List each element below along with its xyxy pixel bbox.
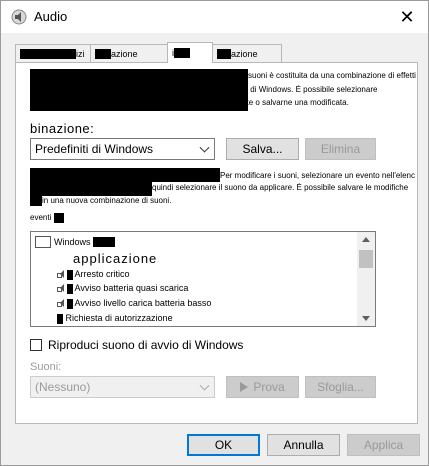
save-scheme-label: Salva...: [242, 142, 283, 156]
redacted-block: [53, 213, 64, 223]
redacted-block: [174, 48, 190, 58]
scheme-label: binazione:: [30, 121, 95, 136]
events-group-title: applicazione: [73, 251, 158, 266]
list-item[interactable]: Arresto critico: [57, 269, 130, 280]
ok-label: OK: [214, 438, 233, 452]
chevron-down-icon: [199, 142, 210, 153]
events-list[interactable]: Windows applicazione Arresto critico Avv…: [30, 231, 376, 327]
sound-select[interactable]: (Nessuno): [30, 376, 215, 398]
events-label: eventi: [30, 213, 64, 223]
list-item[interactable]: Avviso batteria quasi scarica: [57, 283, 188, 294]
tab-strip: izi azione i azione: [15, 42, 282, 63]
tab-sounds[interactable]: i: [167, 42, 213, 63]
redacted-block: [57, 313, 63, 324]
windows-icon: [35, 236, 51, 248]
list-item[interactable]: Richiesta di autorizzazione: [57, 313, 173, 324]
redacted-block: [217, 48, 231, 59]
close-icon: ✕: [399, 6, 415, 27]
redacted-block: [66, 283, 73, 294]
speaker-icon: [57, 299, 64, 308]
play-icon: [240, 382, 249, 392]
list-item-label: Avviso batteria quasi scarica: [74, 283, 189, 293]
scheme-select-value: Predefiniti di Windows: [35, 142, 154, 156]
tab-recording[interactable]: azione: [90, 44, 168, 62]
list-item-label: Richiesta di autorizzazione: [65, 313, 173, 323]
description-line-1: suoni è costituita da una combinazione d…: [248, 71, 416, 80]
scroll-down-icon[interactable]: [362, 316, 370, 321]
scroll-thumb[interactable]: [359, 250, 373, 268]
startup-sound-label: Riproduci suono di avvio di Windows: [48, 338, 244, 352]
tab-communications-label: azione: [231, 48, 258, 59]
redacted-block: [30, 194, 42, 206]
save-scheme-button[interactable]: Salva...: [226, 138, 299, 160]
title-bar: Audio ✕: [1, 1, 428, 33]
close-button[interactable]: ✕: [386, 1, 428, 33]
instructions-line-1: Per modificare i suoni, selezionare un e…: [220, 171, 415, 180]
sounds-panel: suoni è costituita da una combinazione d…: [15, 62, 418, 424]
tab-recording-label: azione: [111, 48, 138, 59]
redacted-block: [20, 48, 76, 59]
test-sound-label: Prova: [253, 380, 285, 394]
redacted-block: [66, 269, 73, 280]
description-line-3: una combinazione esistente o salvarne un…: [154, 98, 349, 107]
speaker-icon: [57, 284, 64, 293]
audio-dialog: Audio ✕ izi azione i azione suoni è cost…: [0, 0, 429, 466]
cancel-button[interactable]: Annulla: [267, 434, 340, 456]
delete-scheme-button[interactable]: Elimina: [305, 138, 376, 160]
redacted-block: [30, 168, 220, 182]
list-item-root-label: Windows: [54, 237, 91, 247]
list-item-label: Avviso livello carica batteria basso: [74, 298, 212, 308]
description-line-2: ad eventi di programmi e di Windows. È p…: [160, 85, 378, 94]
list-item-root[interactable]: Windows: [35, 236, 115, 248]
browse-sound-button[interactable]: Sfoglia...: [305, 376, 376, 398]
redacted-block: [66, 298, 73, 309]
window-title: Audio: [34, 9, 68, 24]
delete-scheme-label: Elimina: [320, 142, 361, 156]
sounds-label: Suoni:: [30, 361, 62, 373]
redacted-block: [92, 237, 115, 247]
test-sound-button[interactable]: Prova: [226, 376, 299, 398]
ok-button[interactable]: OK: [187, 434, 260, 456]
instructions-line-3: in una nuova combinazione di suoni.: [42, 196, 172, 205]
scheme-select[interactable]: Predefiniti di Windows: [30, 138, 215, 160]
startup-sound-checkbox[interactable]: [30, 339, 42, 351]
tab-playback[interactable]: izi: [15, 44, 91, 62]
browse-sound-label: Sfoglia...: [317, 380, 364, 394]
list-item-label: Arresto critico: [74, 269, 130, 279]
events-scrollbar[interactable]: [357, 232, 375, 326]
sound-select-value: (Nessuno): [35, 380, 91, 394]
chevron-down-icon: [199, 380, 210, 391]
speaker-app-icon: [11, 9, 27, 25]
instructions-line-2: quindi selezionare il suono da applicare…: [152, 183, 409, 192]
apply-label: Applica: [363, 438, 404, 452]
events-label-text: eventi: [30, 213, 52, 223]
redacted-block: [95, 48, 111, 59]
apply-button[interactable]: Applica: [347, 434, 420, 456]
tab-playback-label: izi: [76, 48, 85, 59]
cancel-label: Annulla: [283, 438, 324, 452]
redacted-block: [30, 182, 152, 196]
scroll-up-icon[interactable]: [362, 237, 370, 242]
speaker-icon: [57, 270, 64, 279]
tab-communications[interactable]: azione: [212, 44, 282, 62]
list-item[interactable]: Avviso livello carica batteria basso: [57, 298, 211, 309]
